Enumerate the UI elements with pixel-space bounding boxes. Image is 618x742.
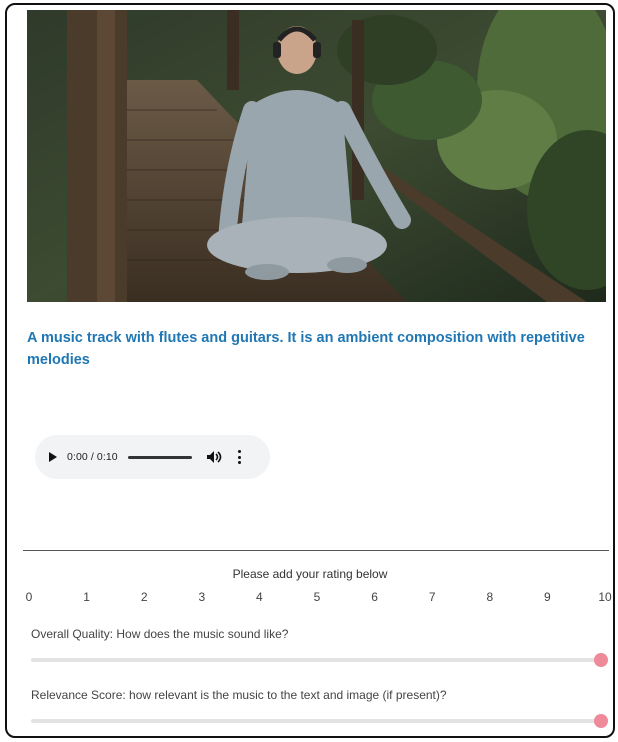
- slider-handle[interactable]: [594, 714, 608, 728]
- scale-tick-0: 0: [25, 590, 33, 604]
- volume-icon[interactable]: [206, 450, 222, 464]
- audio-time: 0:00 / 0:10: [67, 451, 118, 463]
- section-divider: [23, 550, 609, 551]
- audio-progress-bar[interactable]: [127, 455, 192, 459]
- meditation-photo: [27, 10, 606, 302]
- audio-player[interactable]: 0:00 / 0:10: [35, 435, 270, 479]
- scale-tick-3: 3: [198, 590, 206, 604]
- scale-tick-5: 5: [313, 590, 321, 604]
- scale-tick-1: 1: [83, 590, 90, 604]
- survey-card: A music track with flutes and guitars. I…: [5, 3, 615, 738]
- slider-handle[interactable]: [594, 653, 608, 667]
- scale-tick-6: 6: [371, 590, 378, 604]
- scale-tick-4: 4: [256, 590, 263, 604]
- scale-tick-2: 2: [140, 590, 148, 604]
- rating-scale: 0 1 2 3 4 5 6 7 8 9 10: [25, 590, 612, 606]
- rating-caption: Please add your rating below: [232, 567, 388, 581]
- play-icon[interactable]: [49, 452, 57, 462]
- slider-overall-quality[interactable]: [31, 653, 608, 667]
- question-label-relevance-score: Relevance Score: how relevant is the mus…: [31, 688, 447, 702]
- scale-tick-10: 10: [598, 590, 612, 604]
- slider-rail[interactable]: [31, 658, 601, 662]
- question-label-overall-quality: Overall Quality: How does the music soun…: [31, 627, 289, 641]
- scale-tick-9: 9: [544, 590, 551, 604]
- prompt-image: [27, 10, 606, 302]
- prompt-text: A music track with flutes and guitars. I…: [27, 330, 585, 368]
- more-options-icon[interactable]: [238, 450, 242, 464]
- slider-relevance-score[interactable]: [31, 714, 608, 728]
- scale-tick-8: 8: [486, 590, 494, 604]
- scale-tick-7: 7: [428, 590, 436, 604]
- slider-rail[interactable]: [31, 719, 601, 723]
